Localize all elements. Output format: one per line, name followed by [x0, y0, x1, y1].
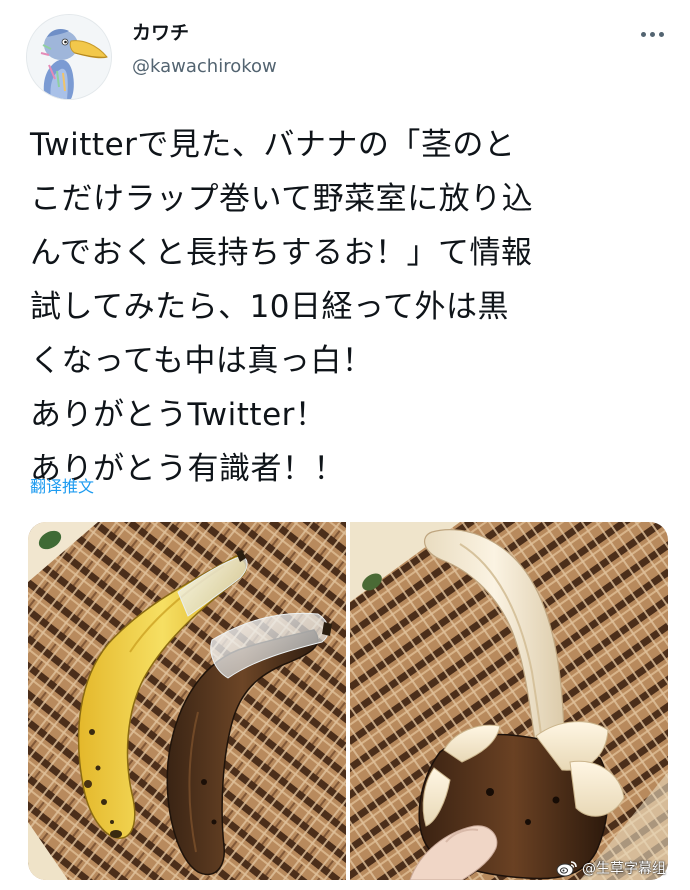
tweet-text-line: んでおくと長持ちするお！」て情報 — [30, 235, 533, 271]
author-display-name[interactable]: カワチ — [132, 22, 189, 44]
tweet-text-line: Twitterで見た、バナナの「茎のと — [30, 127, 516, 163]
shoebill-bird-icon — [27, 15, 111, 99]
media-photo-right[interactable] — [350, 522, 668, 880]
more-dot — [649, 31, 655, 37]
more-dot — [640, 31, 646, 37]
watermark: @生草字幕组 — [556, 858, 666, 878]
peeled-banana-photo — [350, 522, 668, 880]
translate-tweet-link[interactable]: 翻译推文 — [30, 476, 94, 498]
two-bananas-photo — [28, 522, 346, 880]
watermark-text: @生草字幕组 — [582, 861, 666, 877]
media-photo-left[interactable] — [28, 522, 346, 880]
tweet-card: カワチ @kawachirokow Twitterで見た、バナナの「茎のと こだ… — [0, 0, 690, 890]
tweet-text-line: くなっても中は真っ白！ — [30, 343, 374, 379]
tweet-text-line: 試してみたら、10日経って外は黒 — [30, 289, 509, 325]
media-grid — [28, 522, 668, 880]
weibo-logo-icon — [556, 861, 577, 877]
author-handle[interactable]: @kawachirokow — [132, 56, 277, 78]
avatar[interactable] — [26, 14, 112, 100]
tweet-text: Twitterで見た、バナナの「茎のと こだけラップ巻いて野菜室に放り込 んでお… — [30, 118, 670, 496]
more-dot — [658, 31, 664, 37]
tweet-text-line: ありがとうTwitter！ — [30, 397, 327, 433]
more-horizontal-icon[interactable] — [632, 22, 672, 46]
tweet-text-line: こだけラップ巻いて野菜室に放り込 — [30, 181, 534, 217]
tweet-text-line: ありがとう有識者！！ — [30, 451, 345, 487]
